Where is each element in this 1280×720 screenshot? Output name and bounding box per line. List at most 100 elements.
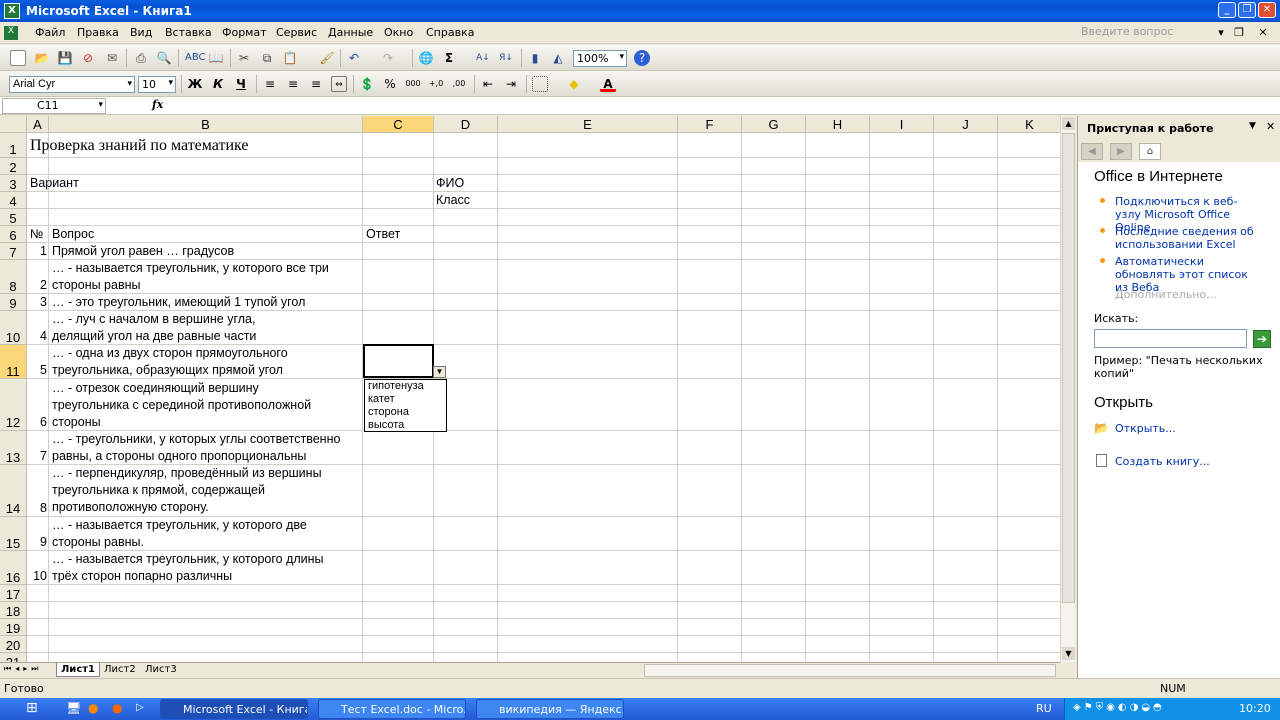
vertical-scrollbar[interactable]: ▲ ▼ [1060, 116, 1075, 662]
validation-dropdown-arrow-icon[interactable]: ▼ [433, 366, 446, 378]
browser-icon[interactable]: ● [88, 701, 98, 715]
save-icon[interactable]: 💾 [57, 50, 73, 66]
create-workbook-link[interactable]: Создать книгу... [1115, 455, 1210, 468]
redo-icon[interactable]: ↷ [380, 50, 396, 66]
column-header-g[interactable]: G [742, 116, 806, 133]
taskbar-browser[interactable]: википедия — Яндекс... [476, 699, 624, 719]
row-header[interactable]: 17 [0, 585, 27, 602]
back-icon[interactable]: ◀ [1081, 143, 1103, 160]
row-header[interactable]: 20 [0, 636, 27, 653]
doc-restore-button[interactable]: ❐ [1232, 26, 1246, 40]
undo-icon[interactable]: ↶ [346, 50, 362, 66]
column-header-i[interactable]: I [870, 116, 934, 133]
row-header[interactable]: 13 [0, 431, 27, 465]
search-input[interactable] [1094, 329, 1247, 348]
column-header-d[interactable]: D [434, 116, 498, 133]
merge-center-icon[interactable]: ⇔ [331, 76, 347, 92]
percent-button[interactable]: % [382, 76, 398, 92]
menu-tools[interactable]: Сервис [276, 26, 317, 39]
validation-dropdown-list[interactable]: гипотенуза катет сторона высота [364, 379, 447, 432]
menu-help[interactable]: Справка [426, 26, 474, 39]
minimize-button[interactable]: _ [1218, 2, 1236, 18]
fx-icon[interactable]: fx [152, 98, 163, 111]
start-icon[interactable]: ⊞ [26, 700, 38, 716]
paste-icon[interactable]: 📋 [282, 50, 298, 66]
row-header[interactable]: 7 [0, 243, 27, 260]
align-center-icon[interactable]: ≡ [285, 76, 301, 92]
borders-icon[interactable] [532, 76, 548, 92]
chart-wizard-icon[interactable]: ▮ [527, 50, 543, 66]
column-header-e[interactable]: E [498, 116, 678, 133]
zoom-select[interactable]: 100% ▾ [573, 50, 627, 67]
task-pane-close-icon[interactable]: ✕ [1266, 120, 1275, 133]
dropdown-option[interactable]: гипотенуза [368, 380, 443, 393]
excel-app-icon[interactable]: X [4, 3, 20, 19]
increase-decimal-icon[interactable]: +,0 [428, 76, 444, 92]
menu-insert[interactable]: Вставка [165, 26, 212, 39]
comma-style-icon[interactable]: 000 [405, 76, 421, 92]
task-pane-menu-icon[interactable]: ▼ [1249, 121, 1256, 131]
quicklaunch-more-icon[interactable]: ▷ [136, 702, 144, 713]
doc-close-button[interactable]: ✕ [1256, 26, 1270, 40]
scroll-up-icon[interactable]: ▲ [1062, 117, 1075, 130]
underline-button[interactable]: Ч [233, 76, 249, 92]
row-header[interactable]: 18 [0, 602, 27, 619]
forward-icon[interactable]: ▶ [1110, 143, 1132, 160]
print-icon[interactable]: ⎙ [133, 50, 149, 66]
home-icon[interactable]: ⌂ [1139, 143, 1161, 160]
menu-window[interactable]: Окно [384, 26, 413, 39]
close-button[interactable]: ✕ [1258, 2, 1276, 18]
bold-button[interactable]: Ж [187, 76, 203, 92]
spreadsheet-grid[interactable]: A B C D E F G H I J K 1 2 3 4 5 6 7 8 9 … [0, 116, 1060, 662]
format-painter-icon[interactable]: 🖌 [319, 50, 335, 66]
open-icon[interactable]: 📂 [34, 50, 50, 66]
selected-cell-c11[interactable] [363, 344, 434, 378]
language-indicator[interactable]: RU [1036, 702, 1052, 715]
align-right-icon[interactable]: ≡ [308, 76, 324, 92]
sheet-tab-2[interactable]: Лист2 [100, 663, 140, 677]
autosum-icon[interactable]: Σ [441, 50, 457, 66]
dropdown-arrow-icon[interactable]: ▾ [1214, 26, 1228, 40]
taskbar-word[interactable]: Тест Excel.doc - Micro... [318, 699, 466, 719]
row-header[interactable]: 12 [0, 379, 27, 431]
menu-file[interactable]: Файл [35, 26, 65, 39]
sort-descending-icon[interactable]: Я↓ [498, 50, 514, 66]
ask-question-input[interactable]: Введите вопрос [1080, 25, 1222, 41]
dropdown-option[interactable]: высота [368, 419, 443, 432]
research-icon[interactable]: 📖 [208, 50, 224, 66]
increase-indent-icon[interactable]: ⇥ [503, 76, 519, 92]
font-size-select[interactable]: 10 ▾ [138, 76, 176, 93]
open-link[interactable]: Открыть... [1115, 422, 1176, 435]
select-all-corner[interactable] [0, 116, 27, 133]
column-header-k[interactable]: K [998, 116, 1060, 133]
email-icon[interactable]: ✉ [104, 50, 120, 66]
column-header-j[interactable]: J [934, 116, 998, 133]
font-name-select[interactable]: Arial Cyr ▾ [9, 76, 135, 93]
column-header-a[interactable]: A [27, 116, 49, 133]
hyperlink-icon[interactable]: 🌐 [418, 50, 434, 66]
search-go-icon[interactable]: ➔ [1253, 330, 1271, 348]
row-header[interactable]: 21 [0, 653, 27, 662]
firefox-icon[interactable]: ● [112, 701, 122, 715]
cut-icon[interactable]: ✂ [236, 50, 252, 66]
row-header[interactable]: 11 [0, 345, 27, 379]
menu-data[interactable]: Данные [328, 26, 373, 39]
dropdown-option[interactable]: сторона [368, 406, 443, 419]
link-latest-info[interactable]: Последние сведения об использовании Exce… [1115, 225, 1255, 251]
sheet-tab-3[interactable]: Лист3 [141, 663, 181, 677]
row-header[interactable]: 19 [0, 619, 27, 636]
menu-format[interactable]: Формат [222, 26, 267, 39]
row-header[interactable]: 3 [0, 175, 27, 192]
row-header[interactable]: 8 [0, 260, 27, 294]
menu-edit[interactable]: Правка [77, 26, 119, 39]
row-header[interactable]: 9 [0, 294, 27, 311]
tab-scroll-icons[interactable]: ⏮◂▸⏭ [4, 664, 42, 674]
menu-view[interactable]: Вид [130, 26, 152, 39]
restore-button[interactable]: ❐ [1238, 2, 1256, 18]
sheet-tab-1[interactable]: Лист1 [56, 663, 100, 677]
more-link[interactable]: Дополнительно... [1115, 288, 1217, 301]
horizontal-scrollbar[interactable] [644, 664, 1056, 677]
copy-icon[interactable]: ⧉ [259, 50, 275, 66]
row-header[interactable]: 6 [0, 226, 27, 243]
column-header-b[interactable]: B [49, 116, 363, 133]
